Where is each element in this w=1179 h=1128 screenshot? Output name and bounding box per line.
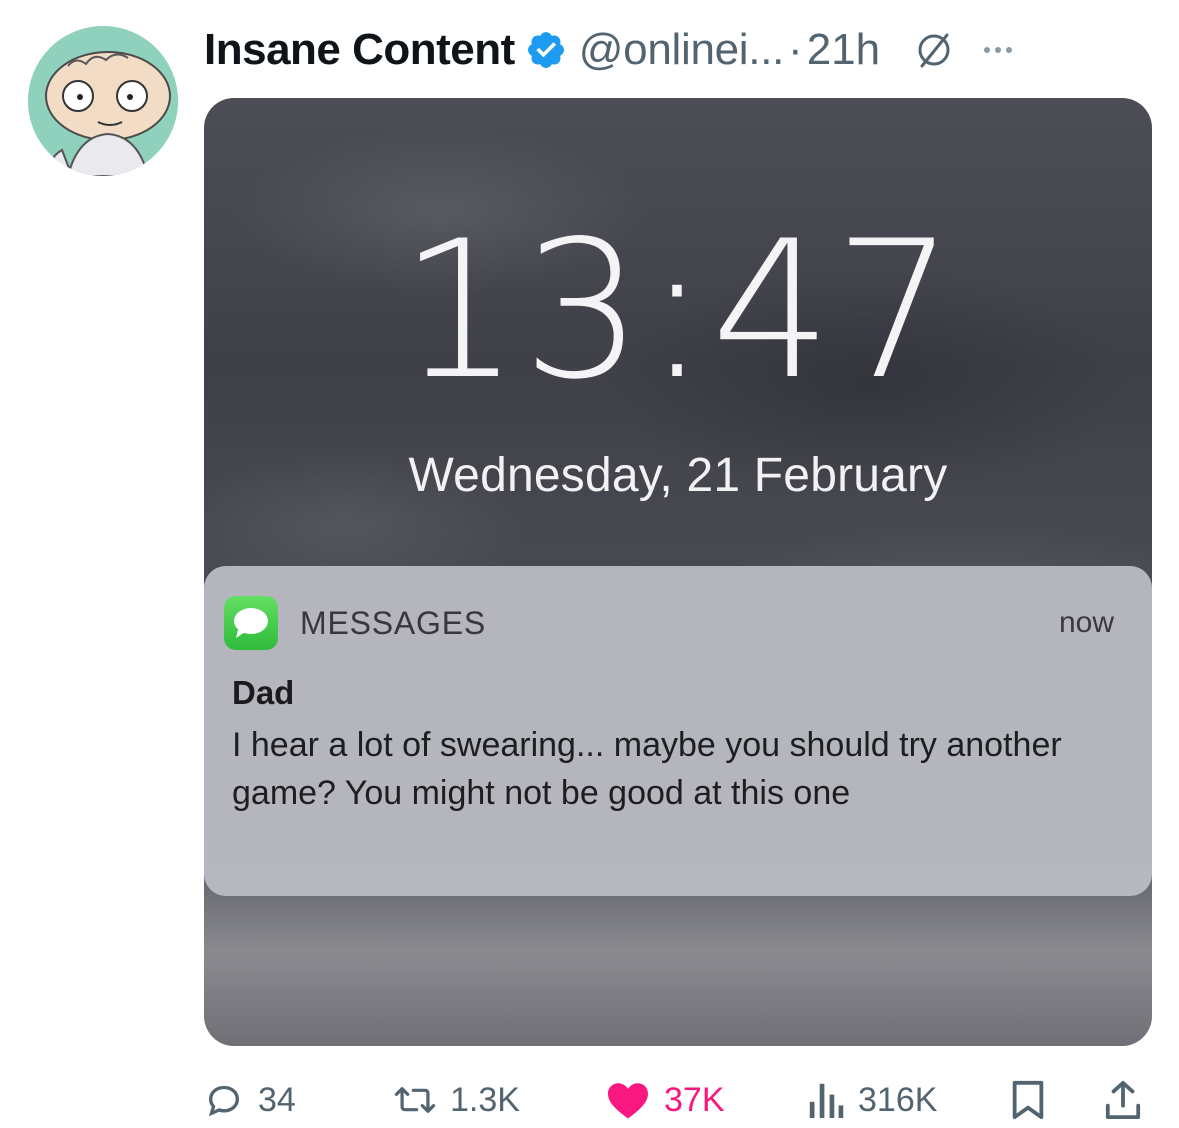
tweet-media-image[interactable]: 13:47 Wednesday, 21 February MESSAGES no… (204, 98, 1152, 1046)
reply-button[interactable]: 34 (204, 1072, 296, 1128)
reply-count: 34 (258, 1080, 296, 1119)
avatar[interactable] (28, 26, 178, 176)
retweet-button[interactable]: 1.3K (394, 1072, 520, 1128)
views-icon (809, 1083, 844, 1118)
bookmark-icon (1012, 1080, 1044, 1120)
retweet-count: 1.3K (450, 1080, 520, 1119)
retweet-icon (394, 1087, 436, 1113)
notification-body: I hear a lot of swearing... maybe you sh… (232, 726, 1062, 812)
verified-badge-icon[interactable] (525, 29, 567, 71)
bookmark-button[interactable] (1010, 1072, 1046, 1128)
like-count: 37K (664, 1080, 725, 1119)
messages-app-icon (224, 596, 278, 650)
lockscreen-clock: 13:47 (399, 200, 957, 421)
heart-icon (608, 1083, 648, 1119)
notification-sender: Dad (232, 674, 295, 711)
lockscreen-date: Wednesday, 21 February (408, 449, 948, 502)
share-icon (1105, 1080, 1141, 1119)
notification-time: now (1058, 606, 1114, 639)
views-count: 316K (858, 1080, 938, 1119)
notification-app: MESSAGES (224, 596, 486, 650)
reply-icon (208, 1085, 240, 1117)
more-options-icon[interactable] (984, 47, 1013, 53)
like-button[interactable]: 37K (606, 1072, 725, 1128)
tweet-time[interactable]: 21h (807, 25, 880, 75)
share-button[interactable] (1104, 1072, 1142, 1128)
notification-app-name: MESSAGES (300, 604, 487, 641)
user-handle[interactable]: @onlinei... (579, 25, 785, 75)
tweet-actions: 34 1.3K 37K 316K (204, 1072, 1154, 1128)
message-notification: MESSAGES now Dad I hear a lot of swearin… (204, 566, 1152, 896)
grok-icon[interactable] (914, 30, 954, 70)
avatar-image (28, 26, 178, 176)
display-name[interactable]: Insane Content (204, 25, 515, 75)
views-button[interactable]: 316K (808, 1072, 937, 1128)
tweet-header: Insane Content @onlinei... · 21h (204, 22, 1164, 78)
separator: · (788, 25, 803, 74)
